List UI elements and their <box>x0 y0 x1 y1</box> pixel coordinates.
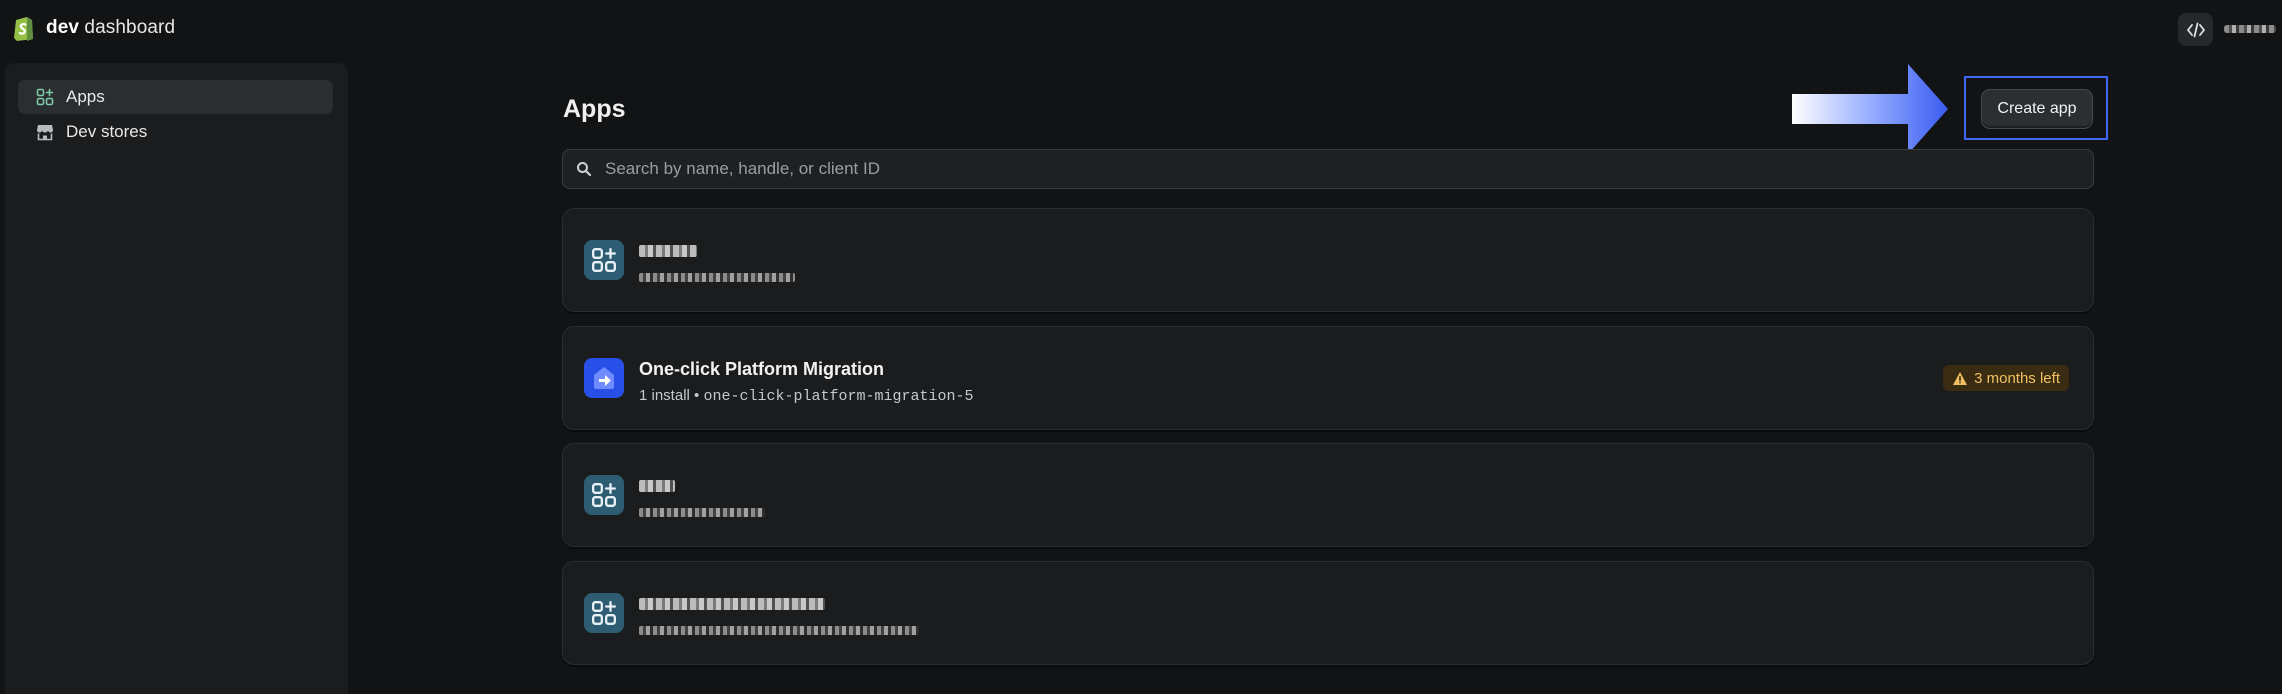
meta-separator: • <box>689 387 704 404</box>
expiry-warning-badge: 3 months left <box>1943 365 2069 391</box>
developer-code-button[interactable] <box>2178 13 2213 46</box>
apps-icon <box>584 475 624 515</box>
apps-icon <box>34 86 56 108</box>
redacted-app-meta <box>639 508 765 517</box>
redacted-account-name <box>2224 25 2276 33</box>
redacted-app-name <box>639 245 697 257</box>
brand[interactable]: dev dashboard <box>12 14 175 42</box>
install-count: 1 install <box>639 387 690 404</box>
sidebar-item-label: Dev stores <box>66 122 148 141</box>
account-menu[interactable] <box>2224 22 2282 36</box>
create-app-button[interactable]: Create app <box>1981 89 2093 129</box>
brand-text: dev dashboard <box>46 17 176 38</box>
sidebar-item-dev-stores[interactable]: Dev stores <box>18 115 333 149</box>
search-input[interactable] <box>603 149 2093 189</box>
apps-icon <box>584 240 624 280</box>
sidebar-item-apps[interactable]: Apps <box>18 80 333 114</box>
app-meta: 1 install • one-click-platform-migration… <box>639 387 974 405</box>
app-card[interactable] <box>562 443 2094 547</box>
shopify-logo-icon <box>14 17 33 41</box>
store-icon <box>34 121 56 143</box>
top-bar: dev dashboard <box>0 0 2282 58</box>
page-title: Apps <box>563 95 626 123</box>
search-bar[interactable] <box>562 149 2094 189</box>
badge-text: 3 months left <box>1974 369 2060 387</box>
redacted-app-name <box>639 480 675 492</box>
redacted-app-name <box>639 598 825 610</box>
redacted-app-meta <box>639 626 919 635</box>
code-icon <box>2186 22 2205 37</box>
app-card[interactable]: One-click Platform Migration 1 install •… <box>562 326 2094 430</box>
warning-icon <box>1953 371 1968 385</box>
sidebar: Apps Dev stores <box>5 63 348 694</box>
search-icon <box>577 162 592 177</box>
app-handle: one-click-platform-migration-5 <box>703 388 974 405</box>
app-card[interactable] <box>562 208 2094 312</box>
redacted-app-meta <box>639 273 795 282</box>
sidebar-item-label: Apps <box>66 87 105 106</box>
migration-icon <box>584 358 624 398</box>
app-card[interactable] <box>562 561 2094 665</box>
app-name: One-click Platform Migration <box>639 359 885 379</box>
annotation-arrow-icon <box>1792 64 1948 154</box>
apps-icon <box>584 593 624 633</box>
